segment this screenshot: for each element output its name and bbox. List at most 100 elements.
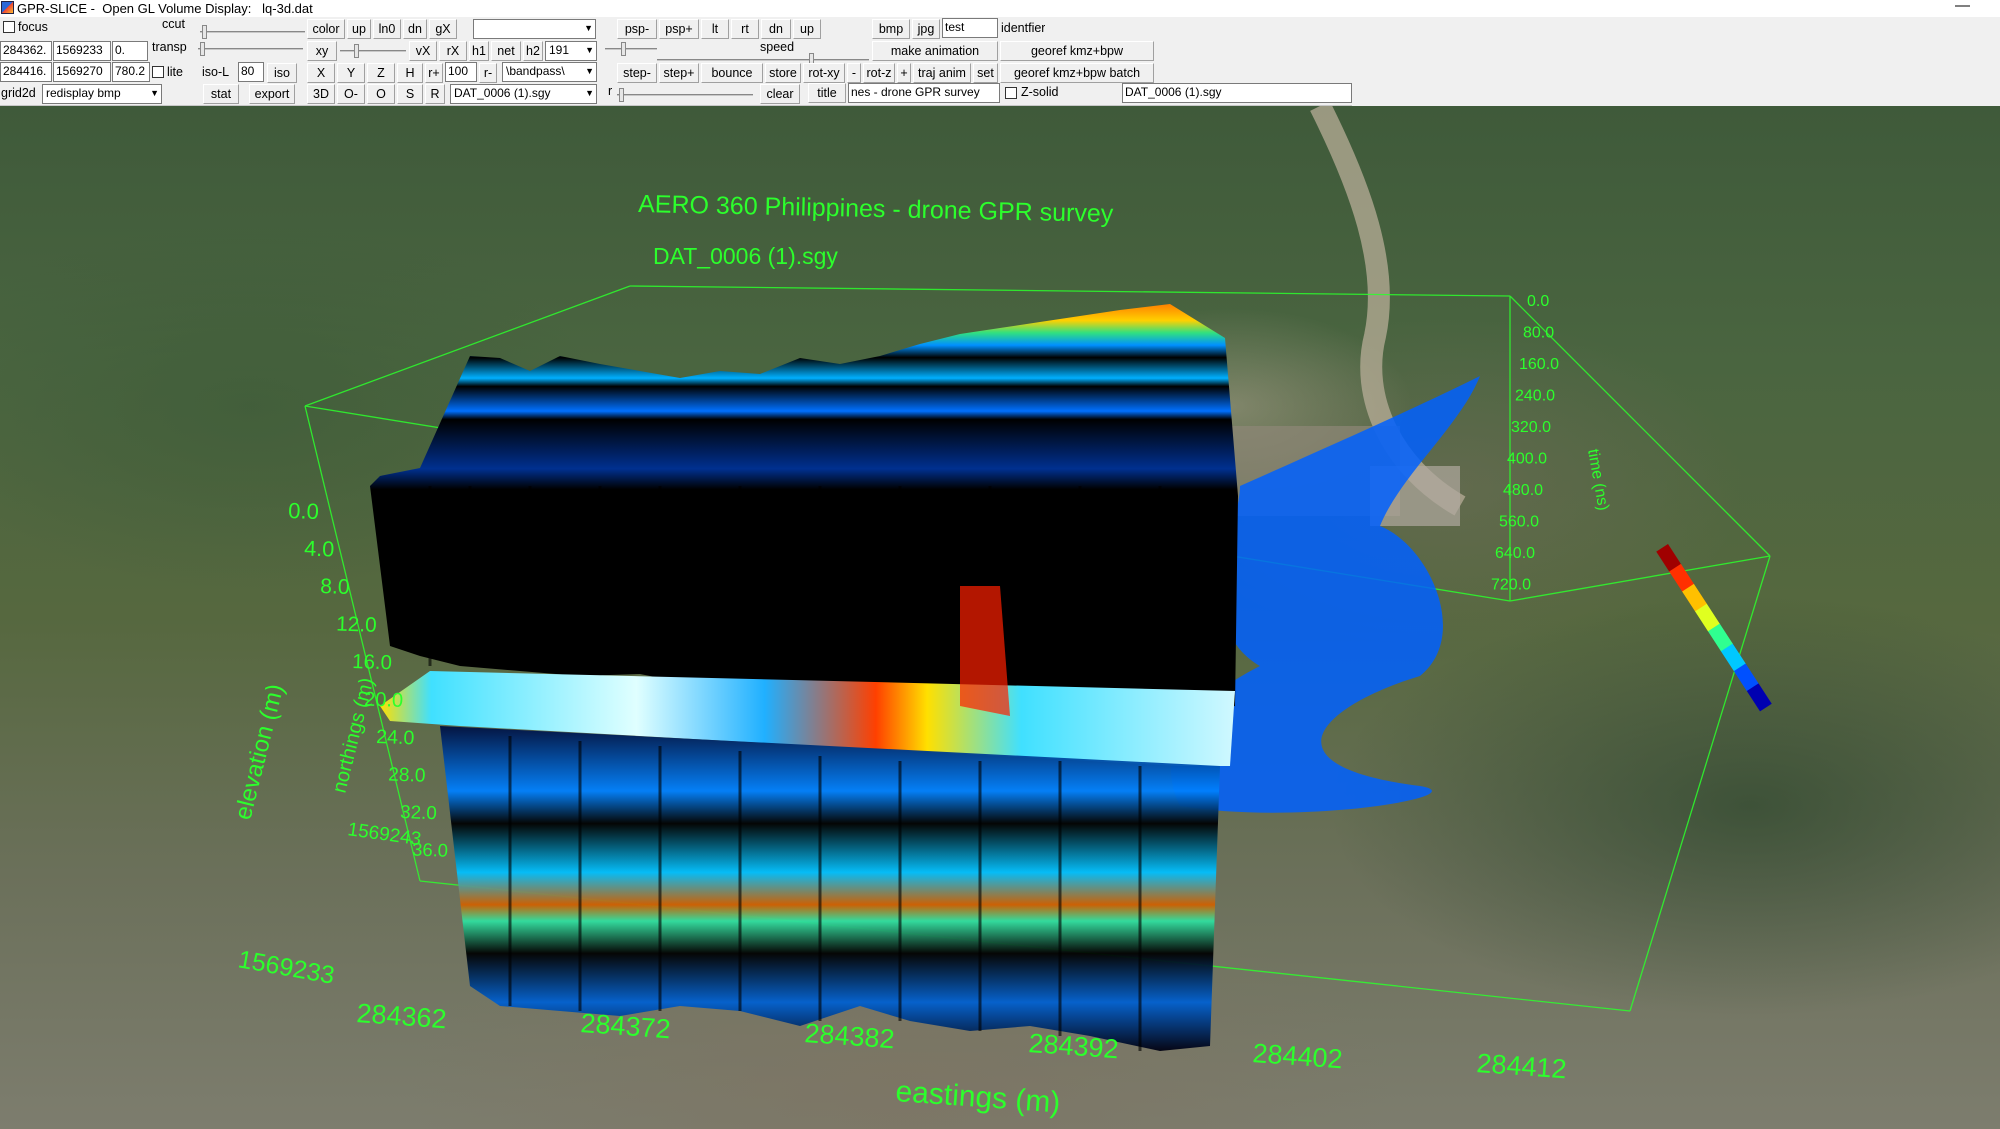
minimize-button[interactable]: — <box>1955 0 1970 13</box>
coord-z-min[interactable]: 0. <box>112 41 148 61</box>
color-button[interactable]: color <box>307 19 345 39</box>
psp-minus-button[interactable]: psp- <box>617 19 657 39</box>
3d-scene[interactable]: AERO 360 Philippines - drone GPR survey … <box>0 106 2000 1129</box>
iso-button[interactable]: iso <box>267 63 297 83</box>
time-tick: 720.0 <box>1491 577 1531 594</box>
store-button[interactable]: store <box>765 63 801 83</box>
easting-tick: 284412 <box>1476 1048 1568 1084</box>
coord-z-max[interactable]: 780.2 <box>112 62 150 82</box>
rt-button[interactable]: rt <box>731 19 759 39</box>
plus-button[interactable]: + <box>897 63 911 83</box>
r-slider-label: r <box>608 84 613 98</box>
psp-plus-button[interactable]: psp+ <box>659 19 699 39</box>
lite-checkbox[interactable] <box>152 66 164 78</box>
rx-button[interactable]: rX <box>439 41 467 61</box>
jpg-button[interactable]: jpg <box>912 19 940 39</box>
northing-axis-ticks: 1569233 1569243 <box>236 819 423 990</box>
file-name-field[interactable]: DAT_0006 (1).sgy <box>1122 83 1352 103</box>
set-button[interactable]: set <box>973 63 998 83</box>
time-tick: 560.0 <box>1499 514 1539 531</box>
r-minus-button[interactable]: r- <box>479 63 497 83</box>
xy-button[interactable]: xy <box>307 41 337 61</box>
scene-subtitle: DAT_0006 (1).sgy <box>653 243 838 269</box>
coord-x-max[interactable]: 284416. <box>0 62 52 82</box>
time-axis-ticks: 0.0 80.0 160.0 240.0 320.0 400.0 480.0 560.0 640… <box>1491 293 1559 594</box>
dn2-button[interactable]: dn <box>761 19 791 39</box>
coord-y-min[interactable]: 1569233 <box>53 41 111 61</box>
filter-dropdown[interactable]: \bandpass\ ▼ <box>502 62 597 82</box>
identifier-field[interactable]: test <box>942 18 998 38</box>
x-button[interactable]: X <box>307 63 335 83</box>
z-button[interactable]: Z <box>367 63 395 83</box>
h2-value-dropdown[interactable]: 191 ▼ <box>545 41 597 61</box>
coord-y-max[interactable]: 1569270 <box>53 62 111 82</box>
stat-button[interactable]: stat <box>203 84 239 104</box>
time-tick: 480.0 <box>1503 482 1543 499</box>
lite-label: lite <box>167 65 183 79</box>
easting-tick: 284402 <box>1252 1038 1344 1074</box>
eastings-axis-label: eastings (m) <box>895 1075 1062 1119</box>
minus-button[interactable]: - <box>847 63 861 83</box>
rot-xy-button[interactable]: rot-xy <box>803 63 845 83</box>
o-button[interactable]: O <box>367 84 395 104</box>
dn-button[interactable]: dn <box>403 19 427 39</box>
time-tick: 240.0 <box>1515 388 1555 405</box>
elevation-tick: 0.0 <box>288 498 319 524</box>
up2-button[interactable]: up <box>793 19 821 39</box>
psp-slider[interactable] <box>605 39 657 59</box>
clear-button[interactable]: clear <box>760 84 800 104</box>
opengl-viewport[interactable]: AERO 360 Philippines - drone GPR survey … <box>0 106 2000 1129</box>
iso-value-field[interactable]: 80 <box>238 62 264 82</box>
title-button[interactable]: title <box>808 83 846 103</box>
bounce-button[interactable]: bounce <box>701 63 763 83</box>
lt-button[interactable]: lt <box>701 19 729 39</box>
h-button[interactable]: H <box>397 63 423 83</box>
focus-label: focus <box>18 20 48 34</box>
y-button[interactable]: Y <box>337 63 365 83</box>
export-button[interactable]: export <box>249 84 295 104</box>
step-plus-button[interactable]: step+ <box>659 63 699 83</box>
identifier-label: identfier <box>1001 21 1046 35</box>
h2-button[interactable]: h2 <box>523 41 543 61</box>
s-button[interactable]: S <box>397 84 423 104</box>
up-button[interactable]: up <box>347 19 371 39</box>
z-solid-checkbox[interactable] <box>1005 87 1017 99</box>
net-button[interactable]: net <box>491 41 521 61</box>
gx-button[interactable]: gX <box>429 19 457 39</box>
georef-button[interactable]: georef kmz+bpw <box>1000 41 1154 61</box>
time-tick: 160.0 <box>1519 356 1559 373</box>
make-animation-button[interactable]: make animation <box>872 41 998 61</box>
top-dropdown[interactable]: ▼ <box>473 19 596 39</box>
ccut-label: ccut <box>162 17 185 31</box>
rot-z-button[interactable]: rot-z <box>863 63 895 83</box>
elevation-tick: 28.0 <box>388 765 426 787</box>
r-plus-button[interactable]: r+ <box>425 63 443 83</box>
bmp-button[interactable]: bmp <box>872 19 910 39</box>
r-value-field[interactable]: 100 <box>445 62 477 82</box>
focus-checkbox[interactable] <box>3 21 15 33</box>
o-minus-button[interactable]: O- <box>337 84 365 104</box>
file-dropdown[interactable]: DAT_0006 (1).sgy ▼ <box>450 84 597 104</box>
redisplay-dropdown[interactable]: redisplay bmp ▼ <box>42 84 162 104</box>
toolbar-empty-area <box>1352 17 2000 106</box>
coord-x-min[interactable]: 284362. <box>0 41 52 61</box>
elevation-axis-label: elevation (m) <box>230 681 290 822</box>
time-tick: 80.0 <box>1523 325 1554 342</box>
title-field[interactable]: nes - drone GPR survey <box>848 83 1000 103</box>
transp-slider[interactable] <box>198 39 303 59</box>
elevation-tick: 16.0 <box>352 651 392 674</box>
xy-slider[interactable] <box>340 41 406 61</box>
ln0-button[interactable]: ln0 <box>373 19 401 39</box>
filter-value: \bandpass\ <box>506 64 565 78</box>
r-slider[interactable] <box>617 85 753 105</box>
traj-anim-button[interactable]: traj anim <box>913 63 971 83</box>
3d-button[interactable]: 3D <box>307 84 335 104</box>
h1-button[interactable]: h1 <box>469 41 489 61</box>
r-button[interactable]: R <box>425 84 445 104</box>
georef-batch-button[interactable]: georef kmz+bpw batch <box>1000 63 1154 83</box>
vx-button[interactable]: vX <box>409 41 437 61</box>
h2-value: 191 <box>549 43 570 57</box>
radar-profiles-upper <box>370 304 1238 716</box>
step-minus-button[interactable]: step- <box>617 63 657 83</box>
file-dropdown-value: DAT_0006 (1).sgy <box>454 86 551 100</box>
